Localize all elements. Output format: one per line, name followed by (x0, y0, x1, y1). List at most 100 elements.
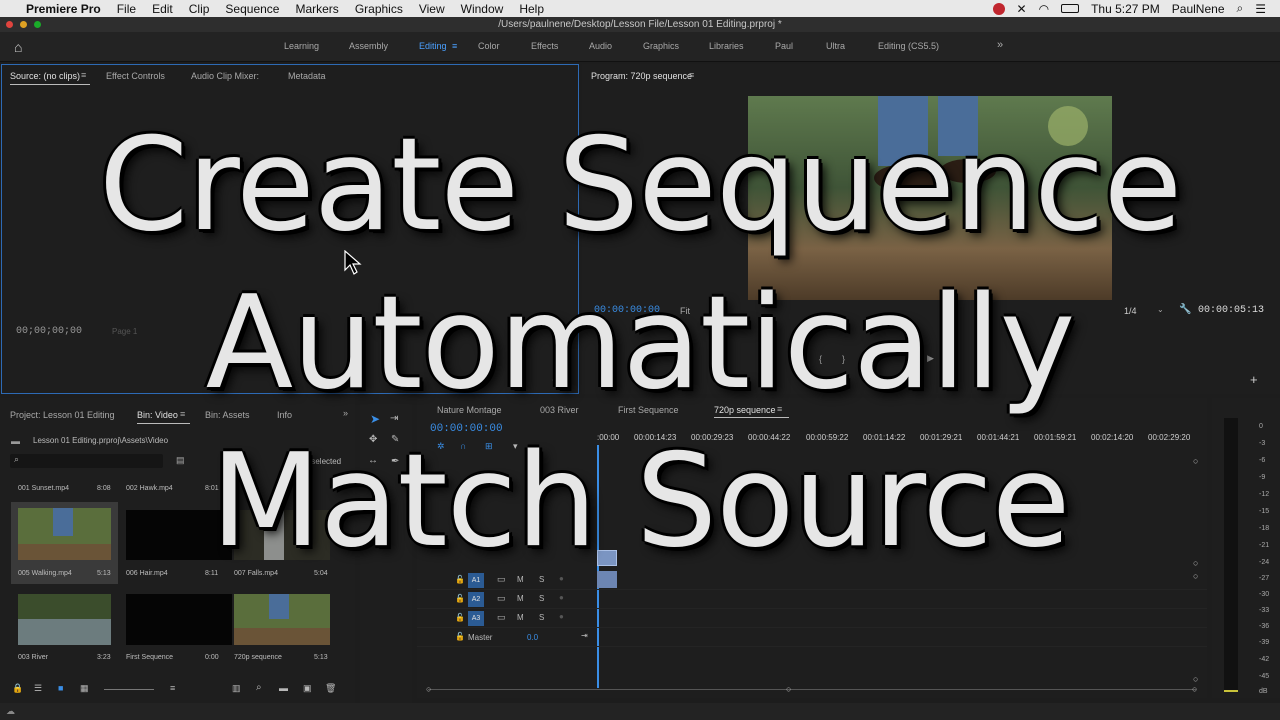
clip-name[interactable]: 006 Hair.mp4 (126, 570, 168, 577)
track-target-a2[interactable]: A2 (468, 592, 484, 607)
source-menu-icon[interactable]: ≡ (81, 70, 86, 80)
close-window-button[interactable] (6, 21, 13, 28)
workspace-ultra[interactable]: Ultra (826, 41, 845, 51)
lock-icon[interactable]: 🔓 (455, 632, 465, 641)
clip-thumbnail[interactable] (18, 508, 111, 560)
timeline-zoom-scrollbar[interactable] (428, 689, 1196, 690)
video-clip[interactable] (597, 550, 617, 566)
mute-button[interactable]: M (517, 575, 524, 584)
zoom-window-button[interactable] (34, 21, 41, 28)
track-target-a1[interactable]: A1 (468, 573, 484, 588)
source-page-select[interactable]: Page 1 (112, 327, 137, 336)
workspace-audio[interactable]: Audio (589, 41, 612, 51)
user-name[interactable]: PaulNene (1172, 2, 1225, 16)
resolution-select[interactable]: 1/4 (1124, 306, 1137, 316)
search-icon[interactable]: ⌕ (1237, 1, 1244, 16)
source-timecode[interactable]: 00;00;00;00 (16, 326, 82, 337)
clip-thumbnail[interactable] (126, 594, 232, 645)
snap-icon[interactable]: ∩ (460, 441, 466, 451)
tab-bin-assets[interactable]: Bin: Assets (205, 410, 250, 420)
workspace-libraries[interactable]: Libraries (709, 41, 744, 51)
solo-button[interactable]: S (539, 594, 544, 603)
list-view-icon[interactable]: ☰ (34, 683, 42, 694)
clip-name[interactable]: 003 River (18, 654, 48, 661)
play-icon[interactable]: ▶ (927, 353, 934, 364)
mute-button[interactable]: M (517, 594, 524, 603)
solo-button[interactable]: S (539, 575, 544, 584)
workspace-editing[interactable]: Editing (419, 41, 447, 51)
clip-name[interactable]: 720p sequence (234, 654, 282, 661)
menu-view[interactable]: View (419, 2, 445, 16)
menu-app-name[interactable]: Premiere Pro (26, 2, 101, 16)
timeline-timecode[interactable]: 00:00:00:00 (430, 423, 503, 435)
sync-lock-icon[interactable]: ▭ (497, 574, 506, 585)
fit-select[interactable]: Fit (680, 306, 690, 316)
program-timecode[interactable]: 00:00:00:00 (594, 305, 660, 316)
bin-menu-icon[interactable]: ≡ (180, 409, 185, 419)
mark-in-icon[interactable]: { (819, 354, 822, 364)
menu-clip[interactable]: Clip (189, 2, 210, 16)
scroll-handle-icon[interactable]: ○ (1193, 456, 1198, 466)
microphone-icon[interactable]: ● (559, 574, 564, 583)
tab-first-sequence[interactable]: First Sequence (618, 405, 679, 415)
menu-edit[interactable]: Edit (152, 2, 173, 16)
workspace-menu-icon[interactable]: ≡ (452, 41, 457, 51)
battery-icon[interactable] (1061, 4, 1080, 13)
tab-project[interactable]: Project: Lesson 01 Editing (10, 410, 115, 420)
clock[interactable]: Thu 5:27 PM (1091, 2, 1160, 16)
mark-out-icon[interactable]: } (842, 354, 845, 364)
lock-icon[interactable]: 🔓 (455, 594, 465, 603)
playhead[interactable] (597, 445, 599, 688)
scroll-handle-icon[interactable]: ○ (1193, 674, 1198, 684)
scroll-handle-icon[interactable]: ○ (1193, 558, 1198, 568)
workspace-effects[interactable]: Effects (531, 41, 558, 51)
master-volume[interactable]: 0.0 (527, 633, 538, 642)
go-to-end-icon[interactable]: ⇥ (581, 631, 588, 640)
menu-markers[interactable]: Markers (295, 2, 338, 16)
workspace-color[interactable]: Color (478, 41, 500, 51)
sync-lock-icon[interactable]: ▭ (497, 593, 506, 604)
automate-sequence-icon[interactable]: ▥ (232, 683, 241, 694)
tab-source[interactable]: Source: (no clips) (10, 71, 80, 81)
workspace-graphics[interactable]: Graphics (643, 41, 679, 51)
microphone-icon[interactable]: ● (559, 593, 564, 602)
tab-720p-sequence[interactable]: 720p sequence (714, 405, 776, 415)
lock-icon[interactable]: 🔒 (12, 683, 23, 694)
tab-nature-montage[interactable]: Nature Montage (437, 405, 502, 415)
menu-file[interactable]: File (117, 2, 136, 16)
icon-view-icon[interactable]: ■ (58, 683, 63, 693)
tab-effect-controls[interactable]: Effect Controls (106, 71, 165, 81)
new-bin-icon[interactable]: ▤ (176, 455, 185, 466)
zoom-slider[interactable] (104, 689, 154, 690)
clip-thumbnail[interactable] (234, 510, 330, 560)
tools-icon[interactable]: ✕ (1017, 2, 1027, 16)
menu-help[interactable]: Help (519, 2, 544, 16)
timeline-menu-icon[interactable]: ≡ (777, 404, 782, 414)
lock-icon[interactable]: 🔓 (455, 575, 465, 584)
menu-window[interactable]: Window (461, 2, 504, 16)
home-icon[interactable]: ⌂ (14, 39, 22, 55)
nest-toggle-icon[interactable]: ✲ (437, 441, 445, 452)
minimize-window-button[interactable] (20, 21, 27, 28)
new-item-icon[interactable]: ▣ (303, 683, 312, 694)
menu-list-icon[interactable]: ☰ (1255, 2, 1266, 16)
ripple-edit-tool-icon[interactable]: ✥ (369, 434, 377, 445)
scroll-handle-icon[interactable]: ○ (1192, 684, 1197, 694)
tab-metadata[interactable]: Metadata (288, 71, 326, 81)
clip-name[interactable]: First Sequence (126, 654, 173, 661)
program-menu-icon[interactable]: ≡ (689, 70, 694, 80)
tab-info[interactable]: Info (277, 410, 292, 420)
clip-name[interactable]: 007 Falls.mp4 (234, 570, 278, 577)
razor-tool-icon[interactable]: ✎ (391, 434, 399, 445)
resolution-dropdown-icon[interactable]: ⌄ (1157, 305, 1164, 314)
clip-thumbnail[interactable] (18, 594, 111, 645)
workspace-editing-cs55[interactable]: Editing (CS5.5) (878, 41, 939, 51)
wrench-icon[interactable]: 🔧 (1179, 304, 1191, 315)
linked-selection-icon[interactable]: ⊞ (485, 441, 493, 452)
scroll-handle-icon[interactable]: ○ (786, 684, 791, 694)
workspace-learning[interactable]: Learning (284, 41, 319, 51)
wifi-icon[interactable]: ◠ (1039, 2, 1049, 16)
tab-003-river[interactable]: 003 River (540, 405, 579, 415)
tab-bin-video[interactable]: Bin: Video (137, 410, 178, 420)
selection-tool-icon[interactable]: ➤ (370, 412, 380, 426)
